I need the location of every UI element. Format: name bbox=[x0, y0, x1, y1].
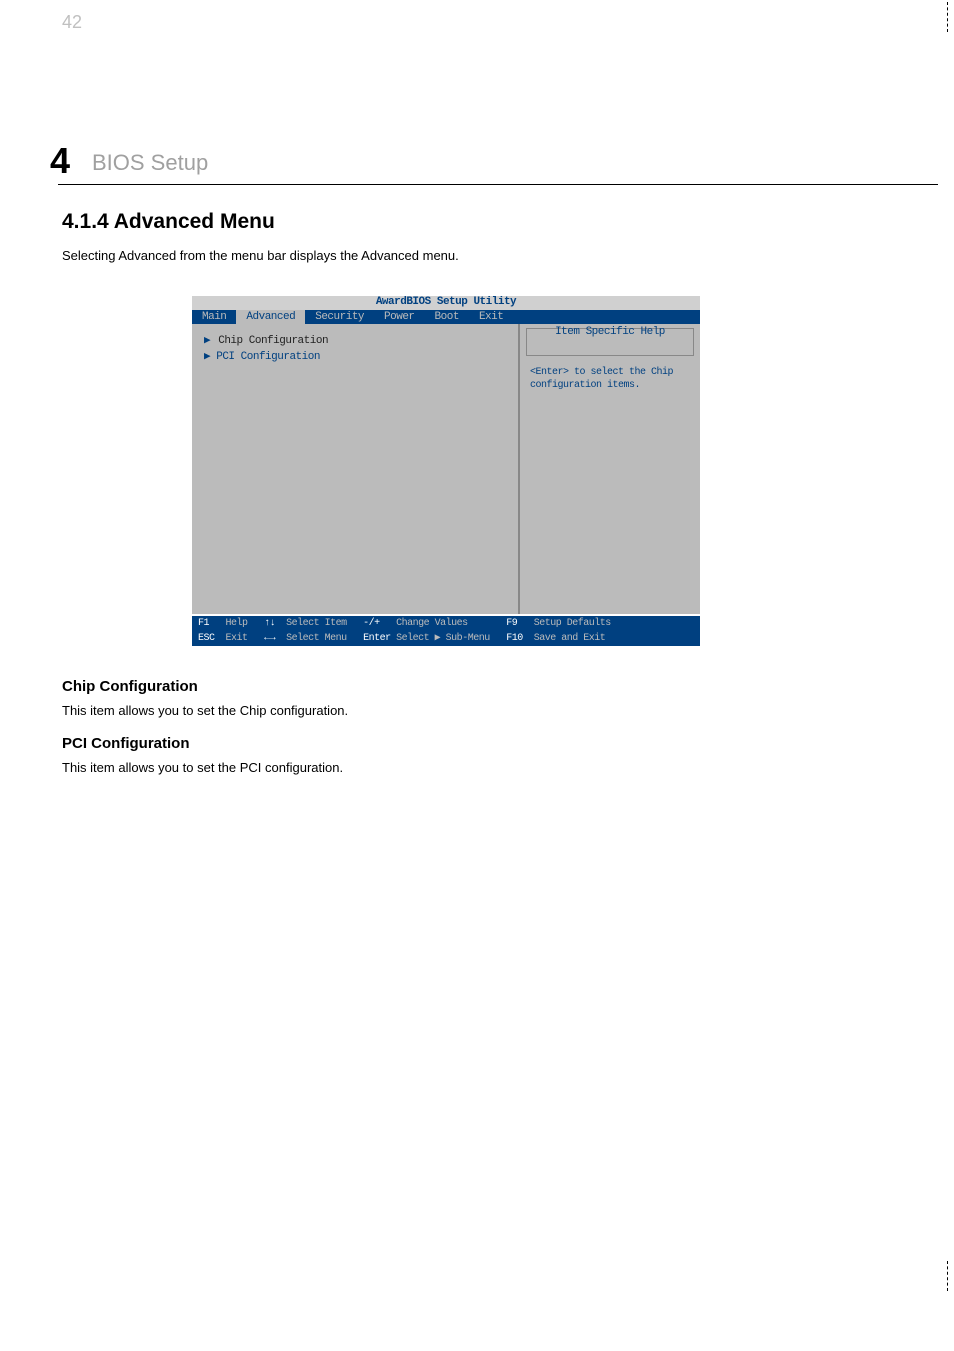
bios-footer-line-2: ESC Exit ←→ Select Menu Enter Select ▶ S… bbox=[192, 631, 700, 646]
header-rule bbox=[58, 184, 938, 185]
bios-help-panel: Item Specific Help <Enter> to select the… bbox=[520, 324, 700, 614]
bios-item-panel: ▶ Chip Configuration ▶ PCI Configuration bbox=[192, 324, 520, 614]
page-edge-marks-bottom bbox=[946, 1261, 948, 1291]
bios-help-title: Item Specific Help bbox=[520, 326, 700, 338]
bios-item-row[interactable]: ▶ Chip Configuration bbox=[204, 334, 330, 348]
page-edge-marks-top bbox=[946, 2, 948, 32]
chapter-number: 4 bbox=[50, 140, 70, 182]
bios-title-bar: AwardBIOS Setup Utility bbox=[192, 296, 700, 310]
submenu-arrow-icon: ▶ bbox=[204, 335, 216, 347]
bios-item-label: Chip Configuration bbox=[216, 334, 330, 348]
tab-boot[interactable]: Boot bbox=[425, 310, 469, 324]
subsection-title: PCI Configuration bbox=[62, 735, 872, 752]
subsection-text: This item allows you to set the Chip con… bbox=[62, 701, 872, 721]
tab-exit[interactable]: Exit bbox=[469, 310, 513, 324]
bios-footer: F1 Help ↑↓ Select Item -/+ Change Values… bbox=[192, 616, 700, 646]
intro-paragraph: Selecting Advanced from the menu bar dis… bbox=[62, 246, 872, 266]
tab-power[interactable]: Power bbox=[374, 310, 425, 324]
submenu-arrow-icon: ▶ bbox=[204, 351, 216, 363]
chapter-title: BIOS Setup bbox=[92, 150, 208, 176]
bios-footer-line-1: F1 Help ↑↓ Select Item -/+ Change Values… bbox=[192, 616, 700, 631]
bios-help-text: <Enter> to select the Chip configuration… bbox=[530, 366, 690, 392]
subsection-text: This item allows you to set the PCI conf… bbox=[62, 758, 872, 778]
bios-item-label: PCI Configuration bbox=[216, 351, 320, 363]
section-title: 4.1.4 Advanced Menu bbox=[62, 210, 275, 234]
tab-advanced[interactable]: Advanced bbox=[236, 310, 305, 324]
bios-body: ▶ Chip Configuration ▶ PCI Configuration… bbox=[192, 324, 700, 614]
body-content: Chip Configuration This item allows you … bbox=[62, 668, 872, 791]
bios-item-row[interactable]: ▶ PCI Configuration bbox=[204, 350, 330, 364]
subsection-title: Chip Configuration bbox=[62, 678, 872, 695]
tab-security[interactable]: Security bbox=[305, 310, 374, 324]
bios-menu-bar: MainAdvancedSecurityPowerBootExit bbox=[192, 310, 700, 324]
tab-main[interactable]: Main bbox=[192, 310, 236, 324]
page-number: 42 bbox=[62, 12, 82, 33]
bios-screenshot: AwardBIOS Setup Utility MainAdvancedSecu… bbox=[192, 296, 700, 646]
